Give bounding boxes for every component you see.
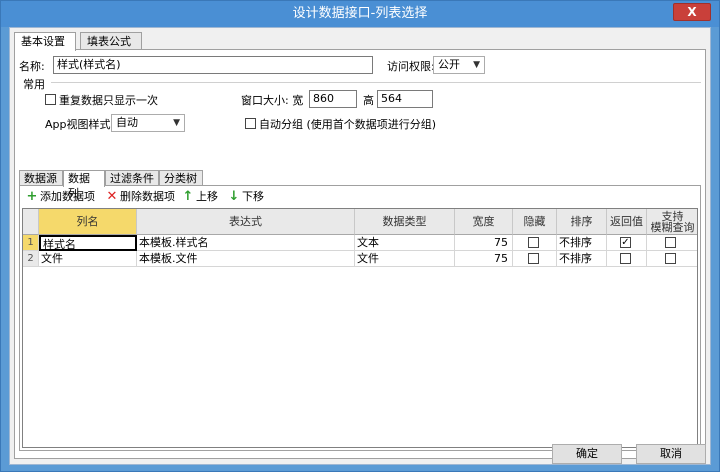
tab-basic-settings[interactable]: 基本设置: [14, 32, 76, 51]
header-column-name[interactable]: 列名: [39, 209, 137, 235]
table-row[interactable]: 1 样式名 本模板.样式名 文本 75 不排序 ✓: [23, 235, 697, 251]
chevron-down-icon: ▼: [473, 60, 480, 70]
header-fuzzy-search[interactable]: 支持 模糊查询: [647, 209, 697, 235]
row-index: 2: [23, 251, 39, 267]
delete-item-button[interactable]: ✕ 删除数据项: [106, 188, 175, 206]
tab-filter-conditions[interactable]: 过滤条件: [105, 170, 159, 186]
header-sort[interactable]: 排序: [557, 209, 607, 235]
name-label: 名称:: [19, 60, 45, 73]
dialog-window: 设计数据接口-列表选择 X 基本设置 填表公式 名称: 样式(样式名) 访问权限…: [0, 0, 720, 472]
grid-header: 列名 表达式 数据类型 宽度 隐藏 排序 返回值 支持 模糊查询: [23, 209, 697, 235]
return-value-checkbox-checked[interactable]: ✓: [620, 237, 631, 248]
close-button[interactable]: X: [673, 3, 711, 21]
cell-data-type[interactable]: 文本: [355, 235, 455, 251]
height-label: 高: [363, 94, 374, 107]
repeat-once-checkbox[interactable]: [45, 94, 56, 105]
header-corner: [23, 209, 39, 235]
cell-sort[interactable]: 不排序: [557, 235, 607, 251]
header-data-type[interactable]: 数据类型: [355, 209, 455, 235]
cell-hidden[interactable]: [513, 251, 557, 267]
group-divider: [51, 82, 701, 83]
cell-width[interactable]: 75: [455, 235, 513, 251]
tab-data-source[interactable]: 数据源: [19, 170, 63, 186]
move-up-button[interactable]: ↑ 上移: [182, 188, 218, 206]
header-expression[interactable]: 表达式: [137, 209, 355, 235]
access-select[interactable]: 公开 ▼: [433, 56, 485, 74]
move-up-label: 上移: [196, 190, 218, 203]
arrow-up-icon: ↑: [182, 189, 194, 204]
app-view-select-value: 自动: [116, 116, 138, 129]
name-input[interactable]: 样式(样式名): [53, 56, 373, 74]
repeat-once-label: 重复数据只显示一次: [59, 94, 158, 107]
cell-return-value[interactable]: ✓: [607, 235, 647, 251]
tab-fill-formula[interactable]: 填表公式: [80, 32, 142, 50]
cell-return-value[interactable]: [607, 251, 647, 267]
title-bar: 设计数据接口-列表选择: [1, 1, 719, 27]
app-view-label: App视图样式: [45, 118, 111, 131]
cell-hidden[interactable]: [513, 235, 557, 251]
cancel-button[interactable]: 取消: [636, 444, 706, 464]
cell-fuzzy-search[interactable]: [647, 251, 697, 267]
access-label: 访问权限:: [387, 60, 435, 73]
ok-button[interactable]: 确定: [552, 444, 622, 464]
access-select-value: 公开: [438, 58, 460, 71]
header-fuzzy-line2: 模糊查询: [650, 221, 695, 234]
tab-data-columns[interactable]: 数据列: [63, 170, 105, 200]
header-return-value[interactable]: 返回值: [607, 209, 647, 235]
dialog-client: 基本设置 填表公式 名称: 样式(样式名) 访问权限: 公开 ▼ 常用 重复数据…: [9, 27, 711, 465]
plus-icon: +: [26, 189, 38, 204]
hidden-checkbox[interactable]: [528, 237, 539, 248]
cell-column-name[interactable]: 文件: [39, 251, 137, 267]
common-group-label: 常用: [23, 78, 45, 91]
basic-settings-panel: 名称: 样式(样式名) 访问权限: 公开 ▼ 常用 重复数据只显示一次 窗口大小…: [14, 49, 706, 459]
delete-item-label: 删除数据项: [120, 190, 175, 203]
columns-grid: 列名 表达式 数据类型 宽度 隐藏 排序 返回值 支持 模糊查询 1 样式名 本…: [22, 208, 698, 448]
move-down-button[interactable]: ↓ 下移: [228, 188, 264, 206]
tab-category-tree[interactable]: 分类树: [159, 170, 203, 186]
window-height-input[interactable]: 564: [377, 90, 433, 108]
fuzzy-search-checkbox[interactable]: [665, 253, 676, 264]
cell-column-name[interactable]: 样式名: [39, 235, 137, 251]
add-item-button[interactable]: +添加数据项: [26, 188, 95, 206]
window-size-label: 窗口大小: 宽: [241, 94, 304, 107]
cell-data-type[interactable]: 文件: [355, 251, 455, 267]
hidden-checkbox[interactable]: [528, 253, 539, 264]
header-hidden[interactable]: 隐藏: [513, 209, 557, 235]
delete-x-icon: ✕: [106, 189, 118, 204]
auto-group-checkbox[interactable]: [245, 118, 256, 129]
window-width-input[interactable]: 860: [309, 90, 357, 108]
cell-width[interactable]: 75: [455, 251, 513, 267]
move-down-label: 下移: [242, 190, 264, 203]
app-view-select[interactable]: 自动 ▼: [111, 114, 185, 132]
cell-expression[interactable]: 本模板.文件: [137, 251, 355, 267]
auto-group-label: 自动分组 (使用首个数据项进行分组): [259, 118, 437, 131]
header-width[interactable]: 宽度: [455, 209, 513, 235]
window-title: 设计数据接口-列表选择: [292, 6, 428, 21]
cell-fuzzy-search[interactable]: [647, 235, 697, 251]
chevron-down-icon: ▼: [173, 118, 180, 128]
cell-expression[interactable]: 本模板.样式名: [137, 235, 355, 251]
data-columns-panel: +添加数据项 ✕删除数据项 ↑上移 ↓下移 列名: [19, 185, 701, 451]
return-value-checkbox[interactable]: [620, 253, 631, 264]
fuzzy-search-checkbox[interactable]: [665, 237, 676, 248]
table-row[interactable]: 2 文件 本模板.文件 文件 75 不排序: [23, 251, 697, 267]
row-index: 1: [23, 235, 39, 251]
arrow-down-icon: ↓: [228, 189, 240, 204]
cell-sort[interactable]: 不排序: [557, 251, 607, 267]
